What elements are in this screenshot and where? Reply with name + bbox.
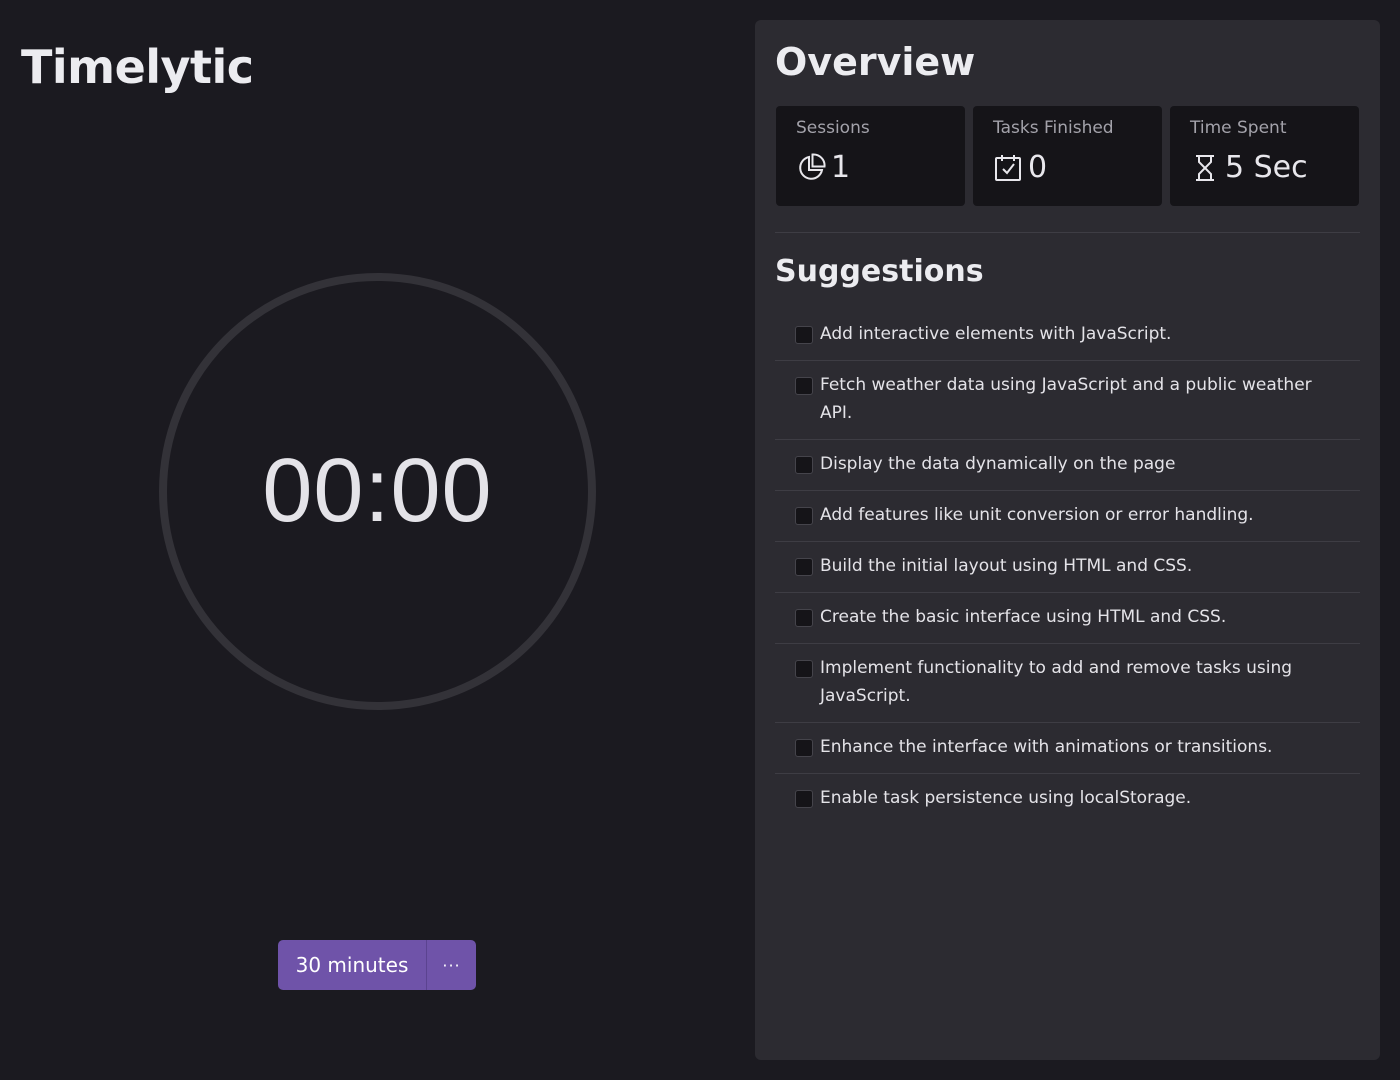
stat-label: Tasks Finished <box>993 118 1114 138</box>
stat-value: 5 Sec <box>1225 150 1308 185</box>
suggestion-checkbox[interactable] <box>795 660 813 678</box>
suggestion-item: Fetch weather data using JavaScript and … <box>775 361 1360 440</box>
timer-section: Timelytic 00:00 30 minutes ··· <box>0 0 755 1080</box>
suggestion-text: Add interactive elements with JavaScript… <box>820 324 1172 344</box>
stat-value: 0 <box>1028 150 1048 185</box>
overview-panel: Overview Sessions 1 Tasks Finished 0 Tim… <box>755 20 1380 1060</box>
calendar-check-icon <box>993 153 1023 183</box>
more-dots-icon: ··· <box>442 955 461 975</box>
more-options-button[interactable]: ··· <box>427 940 476 990</box>
divider <box>775 232 1360 233</box>
suggestion-checkbox[interactable] <box>795 326 813 344</box>
stat-value: 1 <box>831 150 851 185</box>
stats-row: Sessions 1 Tasks Finished 0 Time Spent 5… <box>776 106 1359 206</box>
timer-display: 00:00 <box>262 441 493 541</box>
suggestion-item: Display the data dynamically on the page <box>775 440 1360 491</box>
suggestion-checkbox[interactable] <box>795 609 813 627</box>
suggestion-checkbox[interactable] <box>795 507 813 525</box>
duration-button[interactable]: 30 minutes <box>278 940 427 990</box>
stat-card-time: Time Spent 5 Sec <box>1170 106 1359 206</box>
suggestions-title: Suggestions <box>775 254 984 289</box>
suggestion-text: Create the basic interface using HTML an… <box>820 607 1227 627</box>
timer-ring: 00:00 <box>159 273 596 710</box>
overview-title: Overview <box>775 40 976 84</box>
suggestions-list: Add interactive elements with JavaScript… <box>775 310 1360 825</box>
suggestion-text: Fetch weather data using JavaScript and … <box>820 375 1312 423</box>
duration-button-group: 30 minutes ··· <box>278 940 476 990</box>
suggestion-checkbox[interactable] <box>795 558 813 576</box>
suggestion-text: Display the data dynamically on the page <box>820 454 1176 474</box>
suggestion-item: Enhance the interface with animations or… <box>775 723 1360 774</box>
stat-card-tasks: Tasks Finished 0 <box>973 106 1162 206</box>
suggestion-item: Build the initial layout using HTML and … <box>775 542 1360 593</box>
stat-card-sessions: Sessions 1 <box>776 106 965 206</box>
suggestion-checkbox[interactable] <box>795 739 813 757</box>
suggestion-item: Add features like unit conversion or err… <box>775 491 1360 542</box>
suggestion-item: Implement functionality to add and remov… <box>775 644 1360 723</box>
suggestion-text: Enhance the interface with animations or… <box>820 737 1273 757</box>
suggestion-text: Enable task persistence using localStora… <box>820 788 1192 808</box>
suggestion-checkbox[interactable] <box>795 456 813 474</box>
suggestion-checkbox[interactable] <box>795 377 813 395</box>
app-title: Timelytic <box>21 40 254 94</box>
suggestion-item: Enable task persistence using localStora… <box>775 774 1360 825</box>
suggestion-text: Add features like unit conversion or err… <box>820 505 1254 525</box>
stat-label: Time Spent <box>1190 118 1287 138</box>
pie-chart-icon <box>796 152 826 183</box>
suggestion-item: Create the basic interface using HTML an… <box>775 593 1360 644</box>
suggestion-checkbox[interactable] <box>795 790 813 808</box>
stat-label: Sessions <box>796 118 870 138</box>
suggestion-item: Add interactive elements with JavaScript… <box>775 310 1360 361</box>
hourglass-icon <box>1190 153 1220 183</box>
suggestion-text: Build the initial layout using HTML and … <box>820 556 1193 576</box>
suggestion-text: Implement functionality to add and remov… <box>820 658 1293 706</box>
